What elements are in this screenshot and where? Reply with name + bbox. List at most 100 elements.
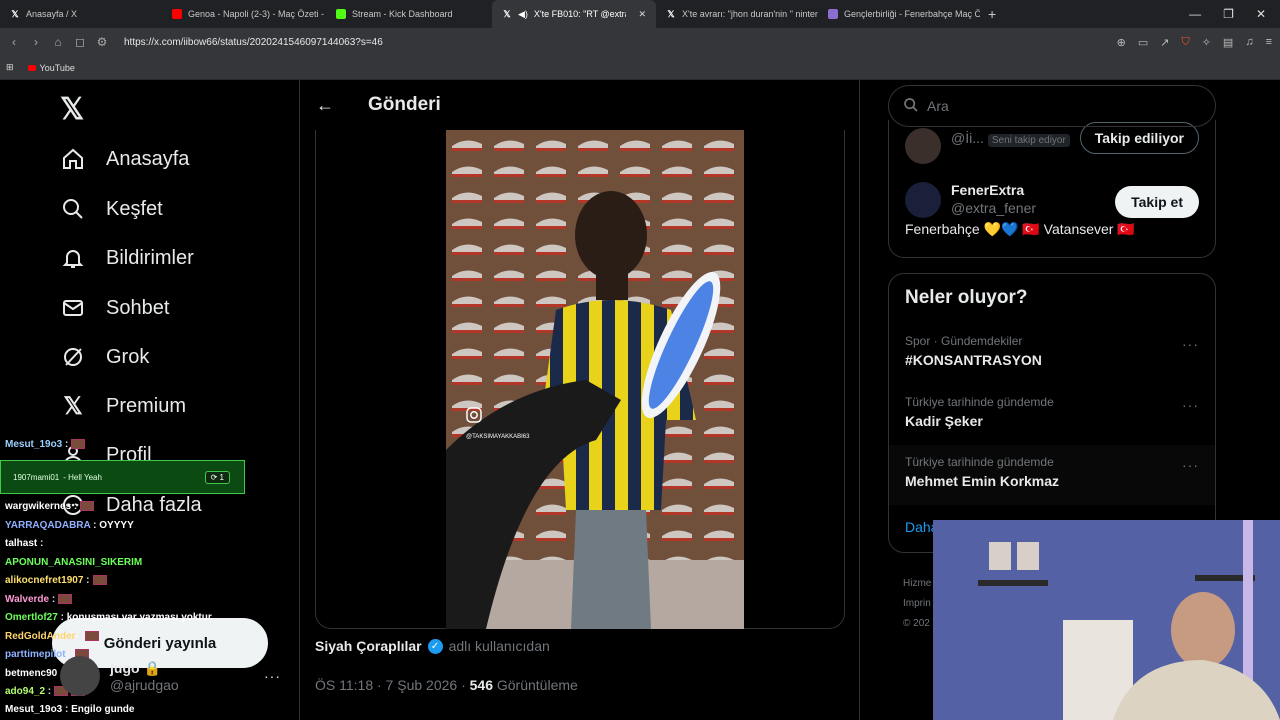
chat-message: APONUN_ANASINI_SIKERIM — [5, 557, 142, 568]
follow-suggestion: FenerExtra @extra_fener Fenerbahçe 💛💙 🇹🇷… — [905, 182, 1135, 238]
chat-message: YARRAQADABRA : OYYYY — [5, 520, 134, 531]
browser-tab[interactable]: 𝕏 Anasayfa / X — [0, 0, 162, 28]
webcam-overlay — [933, 520, 1280, 720]
x-icon: 𝕏 — [11, 9, 19, 19]
close-tab-icon[interactable]: ✕ — [638, 9, 646, 20]
close-window-icon[interactable]: ✕ — [1256, 7, 1266, 21]
chat-username: YARRAQADABRA — [5, 520, 91, 531]
brave-shield-icon[interactable]: ⛉ — [1181, 36, 1189, 49]
follow-button[interactable]: Takip et — [1115, 186, 1199, 218]
trend-context: Spor · Gündemdekiler — [905, 334, 1023, 348]
nav-item-notifications[interactable]: Bildirimler — [60, 245, 194, 271]
webcam-image — [933, 520, 1280, 720]
kick-icon — [336, 9, 346, 19]
browser-tab-bar: 𝕏 Anasayfa / X Genoa - Napoli (2-3) - Maç… — [0, 0, 1280, 28]
browser-tab[interactable]: Stream - Kick Dashboard — [326, 0, 492, 28]
new-tab-button[interactable]: + — [980, 6, 1004, 22]
nav-item-home[interactable]: Anasayfa — [60, 146, 189, 172]
nav-item-grok[interactable]: Grok — [60, 344, 149, 370]
browser-tab-active[interactable]: 𝕏◀)X'te FB010: "RT @extra_fener✕ — [492, 0, 656, 28]
nav-item-premium[interactable]: 𝕏 Premium — [60, 393, 186, 420]
video-frame-image: @TAKSIMAYAKKABI63 — [446, 130, 744, 629]
extensions-icon[interactable]: ✧ — [1202, 36, 1211, 49]
chat-text: konuşması var yazması yoktur — [66, 612, 212, 623]
chat-username: Mesut_19o3 — [5, 439, 63, 450]
bookmark-icon[interactable]: ◻ — [74, 35, 86, 49]
avatar[interactable] — [905, 128, 941, 164]
browser-tab[interactable]: 𝕏 X'te avrarı: "jhon duran'nin " nintend — [656, 0, 818, 28]
lock-icon: 🔒 — [143, 659, 161, 676]
speaker-icon: ◀) — [518, 8, 528, 19]
author-suffix: adlı kullanıcıdan — [448, 638, 550, 654]
avatar — [60, 656, 100, 696]
cast-icon[interactable]: ▭ — [1138, 36, 1148, 49]
trend-context: Türkiye tarihinde gündemde — [905, 395, 1054, 409]
nav-item-explore[interactable]: Keşfet — [60, 196, 163, 222]
more-options-icon[interactable]: ··· — [1182, 397, 1199, 413]
footer-link[interactable]: Imprin — [903, 594, 931, 614]
share-icon[interactable]: ↗ — [1160, 36, 1169, 49]
sidebar-icon[interactable]: ▤ — [1223, 36, 1233, 49]
account-name: jugo 🔒 — [110, 659, 161, 676]
chat-username: Walverde — [5, 594, 50, 605]
views-count: 546 — [469, 677, 493, 693]
bell-icon — [60, 245, 86, 271]
trend-item[interactable]: Spor · Gündemdekiler #KONSANTRASYON ··· — [889, 324, 1215, 384]
views-label: Görüntüleme — [496, 677, 578, 693]
more-options-icon[interactable]: ··· — [1182, 457, 1199, 473]
chat-username: Omertlof27 — [5, 612, 58, 623]
search-input[interactable]: Ara — [888, 85, 1216, 127]
trend-item[interactable]: Türkiye tarihinde gündemde Mehmet Emin K… — [889, 445, 1215, 505]
browser-tab[interactable]: Genoa - Napoli (2-3) - Maç Özeti - S — [162, 0, 326, 28]
site-settings-icon[interactable]: ⚙ — [96, 35, 108, 49]
address-bar-actions: ⊕ ▭ ↗ ⛉ ✧ ▤ ♫ ≡ — [1117, 36, 1272, 49]
chat-message: alikocnefret1907 : — [5, 575, 107, 586]
media-container: @TAKSIMAYAKKABI63 — [315, 130, 845, 629]
chat-username: wargwikernes — [5, 501, 72, 512]
restore-icon[interactable]: ❐ — [1223, 7, 1234, 21]
account-more-icon[interactable]: ··· — [264, 668, 281, 684]
x-icon: 𝕏 — [503, 9, 511, 19]
bookmark-youtube[interactable]: YouTube — [27, 63, 75, 73]
post-timestamp[interactable]: ÖS 11:18 · 7 Şub 2026 · — [315, 677, 466, 693]
follow-name[interactable]: FenerExtra — [951, 182, 1135, 198]
zoom-icon[interactable]: ⊕ — [1117, 36, 1126, 49]
nav-item-messages[interactable]: Sohbet — [60, 295, 169, 321]
emote-icon — [92, 575, 107, 586]
x-logo-icon[interactable]: 𝕏 — [60, 92, 84, 127]
emote-icon — [71, 439, 86, 450]
chat-message: talhast : — [5, 538, 44, 549]
back-icon[interactable]: ‹ — [8, 35, 20, 49]
follows-you-badge: Seni takip ediyor — [987, 134, 1070, 147]
trend-item[interactable]: Türkiye tarihinde gündemde Kadir Şeker ·… — [889, 385, 1215, 445]
avatar[interactable] — [905, 182, 941, 218]
apps-grid-icon[interactable]: ⊞ — [6, 62, 14, 73]
highlight-username: 1907mami01 — [13, 472, 60, 482]
home-icon — [60, 146, 86, 172]
bookmarks-bar: ⊞ YouTube — [0, 56, 1280, 80]
browser-tab[interactable]: Gençlerbirliği - Fenerbahçe Maç Öze — [818, 0, 980, 28]
media-icon[interactable]: ♫ — [1245, 36, 1253, 49]
more-options-icon[interactable]: ··· — [1182, 336, 1199, 352]
author-name[interactable]: Siyah Çoraplılar — [315, 638, 422, 654]
trend-context: Türkiye tarihinde gündemde — [905, 455, 1054, 469]
chat-username: Mesut_19o3 — [5, 704, 63, 715]
account-switcher[interactable]: jugo 🔒 @ajrudgao — [60, 656, 179, 696]
follow-handle: @extra_fener — [951, 200, 1037, 216]
forward-icon[interactable]: › — [30, 35, 42, 49]
follow-handle: @İi... Seni takip ediyor — [951, 130, 1070, 147]
trends-title: Neler oluyor? — [905, 287, 1028, 308]
emote-icon — [58, 594, 73, 605]
menu-icon[interactable]: ≡ — [1266, 36, 1272, 49]
home-icon[interactable]: ⌂ — [52, 35, 64, 49]
url-field[interactable]: https://x.com/iibow66/status/20202415460… — [124, 37, 1107, 48]
post-metadata: ÖS 11:18 · 7 Şub 2026 · 546 Görüntüleme — [315, 677, 578, 693]
post-video[interactable]: @TAKSIMAYAKKABI63 — [446, 130, 744, 629]
highlight-count: 1 — [219, 472, 224, 482]
search-icon — [60, 196, 86, 222]
minimize-icon[interactable]: — — [1189, 7, 1201, 21]
back-arrow-icon[interactable]: ← — [316, 95, 334, 116]
grok-icon — [60, 344, 86, 370]
address-bar: ‹ › ⌂ ◻ ⚙ https://x.com/iibow66/status/2… — [0, 28, 1280, 56]
footer-link[interactable]: Hizme — [903, 574, 931, 594]
